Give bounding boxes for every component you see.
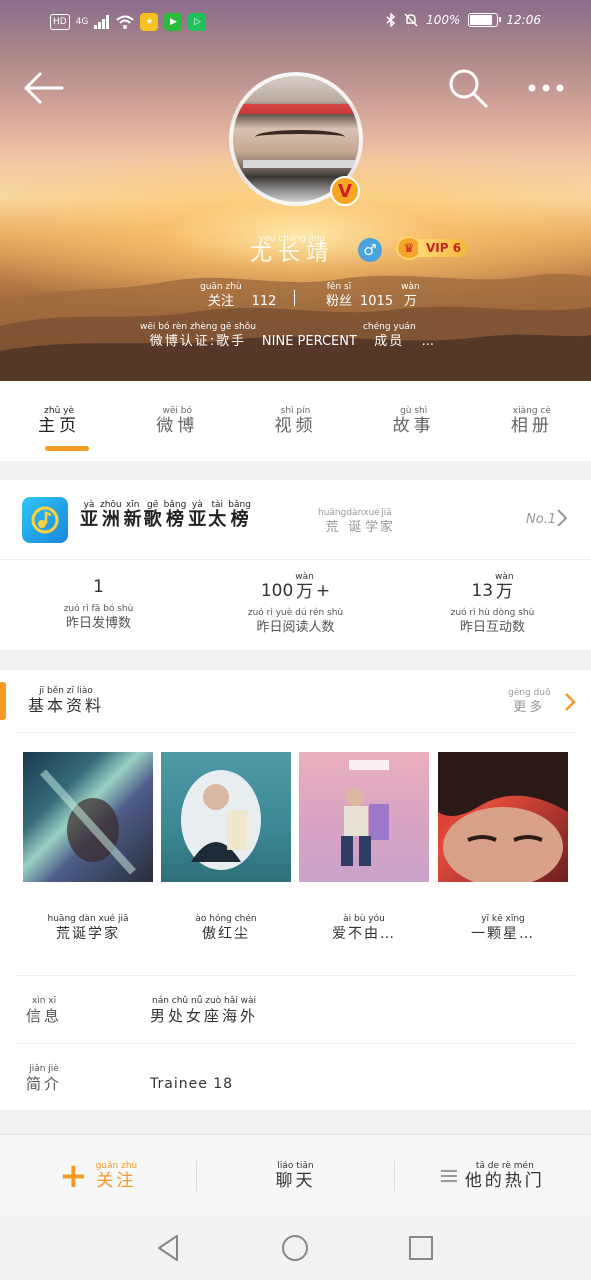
fans-count: 1015: [360, 294, 394, 309]
info-row-basic[interactable]: xìn xī 信息 nán chǔ nǚ zuò hǎi wài 男处女座海外: [0, 976, 591, 1042]
album-title[interactable]: huāng dàn xué jiā 荒诞学家: [23, 914, 153, 944]
plus-icon: +: [59, 1155, 88, 1196]
album-cover[interactable]: [299, 752, 429, 882]
section-accent: [0, 682, 6, 720]
male-gender-icon: ♂: [358, 238, 382, 262]
mute-icon: [404, 13, 418, 27]
system-navigation-bar: [0, 1216, 591, 1280]
back-arrow-icon[interactable]: [22, 70, 66, 106]
network-type: 4G: [75, 17, 89, 27]
info-key: xìn xī 信息: [26, 996, 63, 1025]
chart-rank: No.1: [526, 512, 557, 527]
album-cover[interactable]: [23, 752, 153, 882]
app-notification-icon: ★: [140, 13, 159, 31]
info-row-intro[interactable]: jiǎn jiè 简介 Trainee 18: [0, 1044, 591, 1110]
iqiyi-notification-icon: ▶: [164, 13, 183, 31]
search-icon[interactable]: [446, 66, 490, 110]
hd-indicator: HD: [50, 14, 70, 30]
list-icon: [440, 1169, 457, 1182]
chevron-right-icon[interactable]: [563, 692, 577, 712]
following-count: 112: [251, 294, 277, 309]
video-notification-icon: ▷: [188, 13, 207, 31]
chart-card: yà 亚 zhōu 洲 xīn 新 gē 歌 bǎng 榜 yà 亚 tài 太 bǎng 榜 …: [0, 480, 591, 650]
chevron-right-icon: [557, 509, 568, 527]
chat-button[interactable]: liáo tiān 聊天: [197, 1161, 393, 1191]
verification-text[interactable]: wēi bó rèn zhèng gē shǒu 微博认证:歌手 NINE PER…: [140, 322, 434, 352]
album-title[interactable]: ài bù yóu 爱不由…: [299, 914, 429, 944]
vip-level: VIP 6: [418, 239, 468, 257]
battery-icon: [468, 13, 502, 27]
music-chart-row[interactable]: yà 亚 zhōu 洲 xīn 新 gē 歌 bǎng 榜 yà 亚 tài 太 bǎng 榜 …: [0, 480, 591, 560]
more-link[interactable]: gèng duō 更多: [508, 688, 550, 718]
profile-header: HD 4G ★ ▶ ▷ 100% 12:06 V yóu cháng jìng …: [0, 0, 591, 381]
username: yóu cháng jìng 尤长靖: [250, 234, 335, 266]
fans-stat[interactable]: fěn sī 粉丝 1015 wàn 万: [326, 282, 420, 312]
chart-name: yà 亚 zhōu 洲 xīn 新 gē 歌 bǎng 榜 yà 亚 tài 太 bǎng 榜: [80, 500, 251, 530]
readers-yesterday[interactable]: 100 wàn 万 + zuó rì yuè dú rén shù 昨日阅读人数: [197, 560, 394, 650]
home-circle-icon[interactable]: [279, 1232, 311, 1264]
stat-divider: [294, 290, 295, 306]
basic-info-card: jī běn zī liào 基本资料 gèng duō 更多 huāng dà…: [0, 670, 591, 1110]
tab-album[interactable]: xiàng cè 相册: [473, 381, 591, 461]
follow-button[interactable]: + guān zhù 关注: [0, 1159, 196, 1193]
more-options-icon[interactable]: [524, 76, 568, 100]
album-cover[interactable]: [161, 752, 291, 882]
bottom-action-bar: + guān zhù 关注 liáo tiān 聊天 tā de rè mén 他的热…: [0, 1134, 591, 1216]
wifi-icon: [116, 15, 135, 29]
intro-text: Trainee 18: [150, 1076, 234, 1092]
tab-video[interactable]: shì pín 视频: [236, 381, 354, 461]
album-title[interactable]: yī kē xīng 一颗星…: [438, 914, 568, 944]
tab-story[interactable]: gù shì 故事: [355, 381, 473, 461]
verified-v-icon: V: [330, 176, 360, 206]
following-stat[interactable]: guān zhù 关注 112: [200, 282, 276, 312]
back-triangle-icon[interactable]: [153, 1232, 185, 1264]
info-key: jiǎn jiè 简介: [26, 1064, 63, 1093]
album-title[interactable]: ào hóng chén 傲红尘: [161, 914, 291, 944]
active-tab-indicator: [45, 446, 89, 451]
activity-stats: 1 zuó rì fā bó shù 昨日发博数 100 wàn 万 + zuó rì …: [0, 560, 591, 650]
bluetooth-icon: [386, 13, 396, 27]
section-title: jī běn zī liào 基本资料: [28, 686, 105, 715]
posts-yesterday[interactable]: 1 zuó rì fā bó shù 昨日发博数: [0, 560, 197, 650]
hot-posts-button[interactable]: tā de rè mén 他的热门: [395, 1161, 591, 1191]
music-note-icon: [22, 497, 68, 543]
status-bar: HD 4G ★ ▶ ▷ 100% 12:06: [0, 10, 591, 38]
chart-song-name: huāng 荒 dàn 诞 xué 学 jiā 家: [318, 508, 393, 535]
recents-square-icon[interactable]: [405, 1232, 437, 1264]
interactions-yesterday[interactable]: 13 wàn 万 zuó rì hù dòng shù 昨日互动数: [394, 560, 591, 650]
battery-percent: 100%: [426, 13, 461, 27]
info-value: nán chǔ nǚ zuò hǎi wài 男处女座海外: [150, 996, 259, 1025]
clock: 12:06: [506, 13, 541, 27]
tab-weibo[interactable]: wēi bó 微博: [118, 381, 236, 461]
vip-badge[interactable]: ♛ VIP 6: [396, 236, 468, 260]
signal-icon: [94, 15, 110, 29]
album-cover[interactable]: [438, 752, 568, 882]
